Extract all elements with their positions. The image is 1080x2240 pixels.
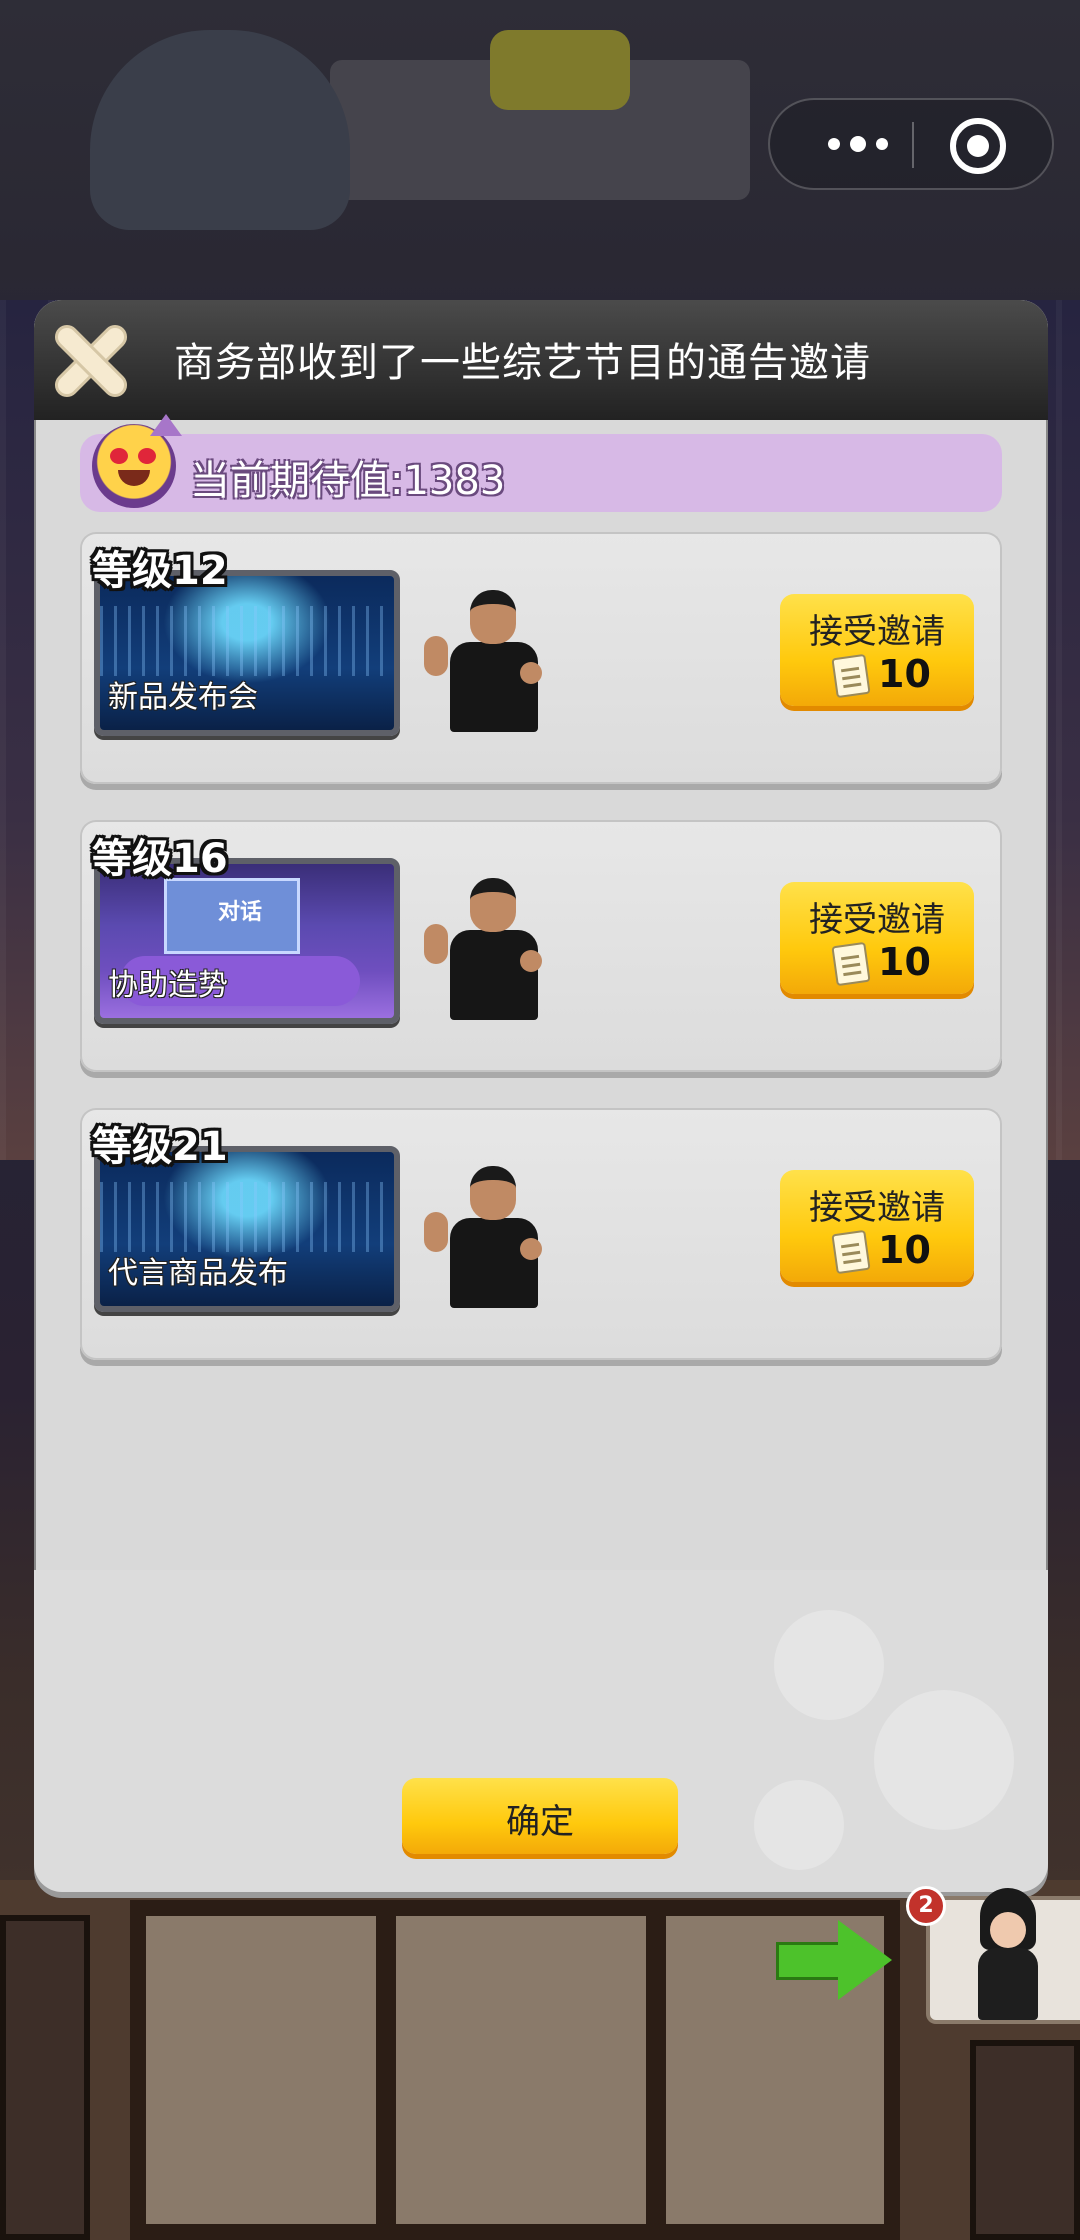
notification-badge: 2: [906, 1886, 946, 1926]
level-requirement: 等级21: [92, 1124, 228, 1170]
agent-character-avatar: [424, 872, 564, 1022]
accept-invitation-button[interactable]: 接受邀请 10: [780, 594, 974, 706]
agent-character-avatar: [424, 584, 564, 734]
confirm-button[interactable]: 确定: [402, 1778, 678, 1854]
level-requirement: 等级12: [92, 548, 228, 594]
show-name: 协助造势: [108, 968, 228, 1003]
show-name: 代言商品发布: [108, 1256, 288, 1291]
ticket-cost: 10: [878, 940, 931, 984]
decor-bubble: [774, 1610, 884, 1720]
show-name: 新品发布会: [108, 680, 258, 715]
decor-bubble: [754, 1780, 844, 1870]
ticket-icon: [831, 653, 871, 699]
invitation-dialog: 商务部收到了一些综艺节目的通告邀请 当前期待值:1383 等级12 新品发布会 …: [34, 300, 1048, 1892]
more-menu-icon[interactable]: [808, 124, 908, 164]
agent-character-avatar: [424, 1160, 564, 1310]
dialog-header: 商务部收到了一些综艺节目的通告邀请: [34, 300, 1048, 420]
invitation-card: 等级12 新品发布会 接受邀请 10: [80, 532, 1002, 784]
thumbnail-screen-text: 对话: [218, 900, 263, 925]
green-arrow-icon[interactable]: [776, 1920, 896, 2000]
expectation-bar: 当前期待值:1383: [80, 414, 1002, 512]
invitation-card: 等级21 代言商品发布 接受邀请 10: [80, 1108, 1002, 1360]
close-icon[interactable]: [52, 322, 128, 398]
background-right-picture: [970, 2040, 1080, 2240]
background-gold-pile: [490, 30, 630, 110]
ticket-cost: 10: [878, 652, 931, 696]
decor-bubble: [874, 1690, 1014, 1830]
ticket-icon: [831, 1229, 871, 1275]
invitation-card: 等级16 对话 协助造势 接受邀请 10: [80, 820, 1002, 1072]
character-card[interactable]: [926, 1888, 1080, 2024]
expectation-value: 当前期待值:1383: [190, 458, 506, 504]
heart-eyes-emoji-icon: [92, 414, 182, 508]
ticket-cost: 10: [878, 1228, 931, 1272]
dialog-title: 商务部收到了一些综艺节目的通告邀请: [174, 340, 871, 386]
background-sofa: [90, 30, 350, 230]
accept-invitation-button[interactable]: 接受邀请 10: [780, 882, 974, 994]
level-requirement: 等级16: [92, 836, 228, 882]
close-miniprogram-icon[interactable]: [950, 118, 1006, 174]
capsule-divider: [912, 122, 914, 168]
miniprogram-capsule: [768, 98, 1054, 190]
ticket-icon: [831, 941, 871, 987]
accept-invitation-button[interactable]: 接受邀请 10: [780, 1170, 974, 1282]
background-left-picture: [0, 1915, 90, 2240]
